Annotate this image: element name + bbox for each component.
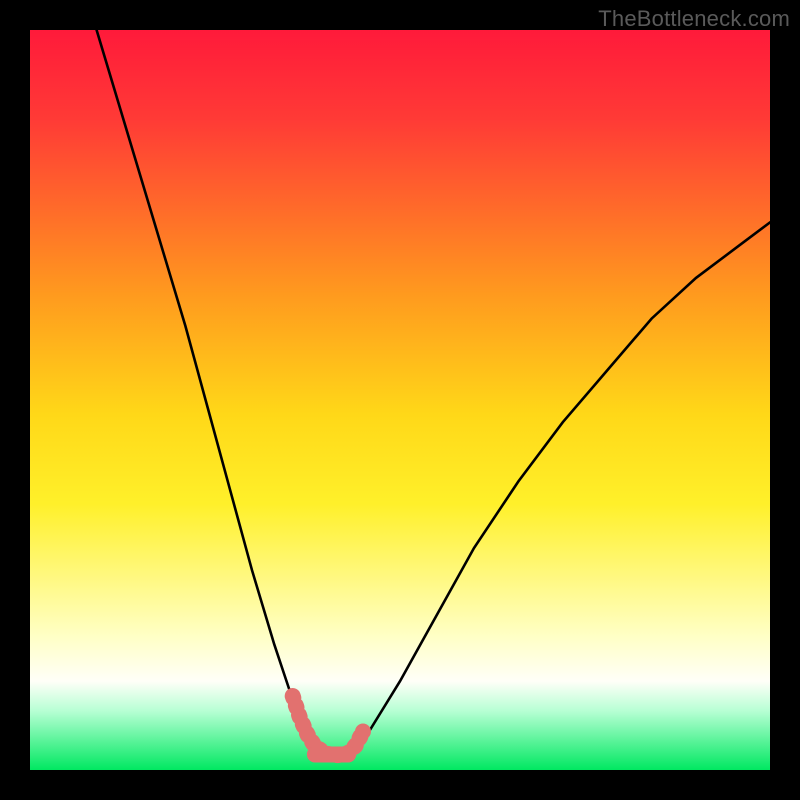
right-curve bbox=[341, 222, 770, 756]
curve-layer bbox=[30, 30, 770, 770]
trough-end-dot bbox=[355, 724, 371, 740]
left-curve bbox=[97, 30, 341, 757]
trough-highlight bbox=[293, 696, 363, 755]
highlight-group bbox=[293, 696, 371, 755]
chart-frame: TheBottleneck.com bbox=[0, 0, 800, 800]
watermark-text: TheBottleneck.com bbox=[598, 6, 790, 32]
plot-area bbox=[30, 30, 770, 770]
